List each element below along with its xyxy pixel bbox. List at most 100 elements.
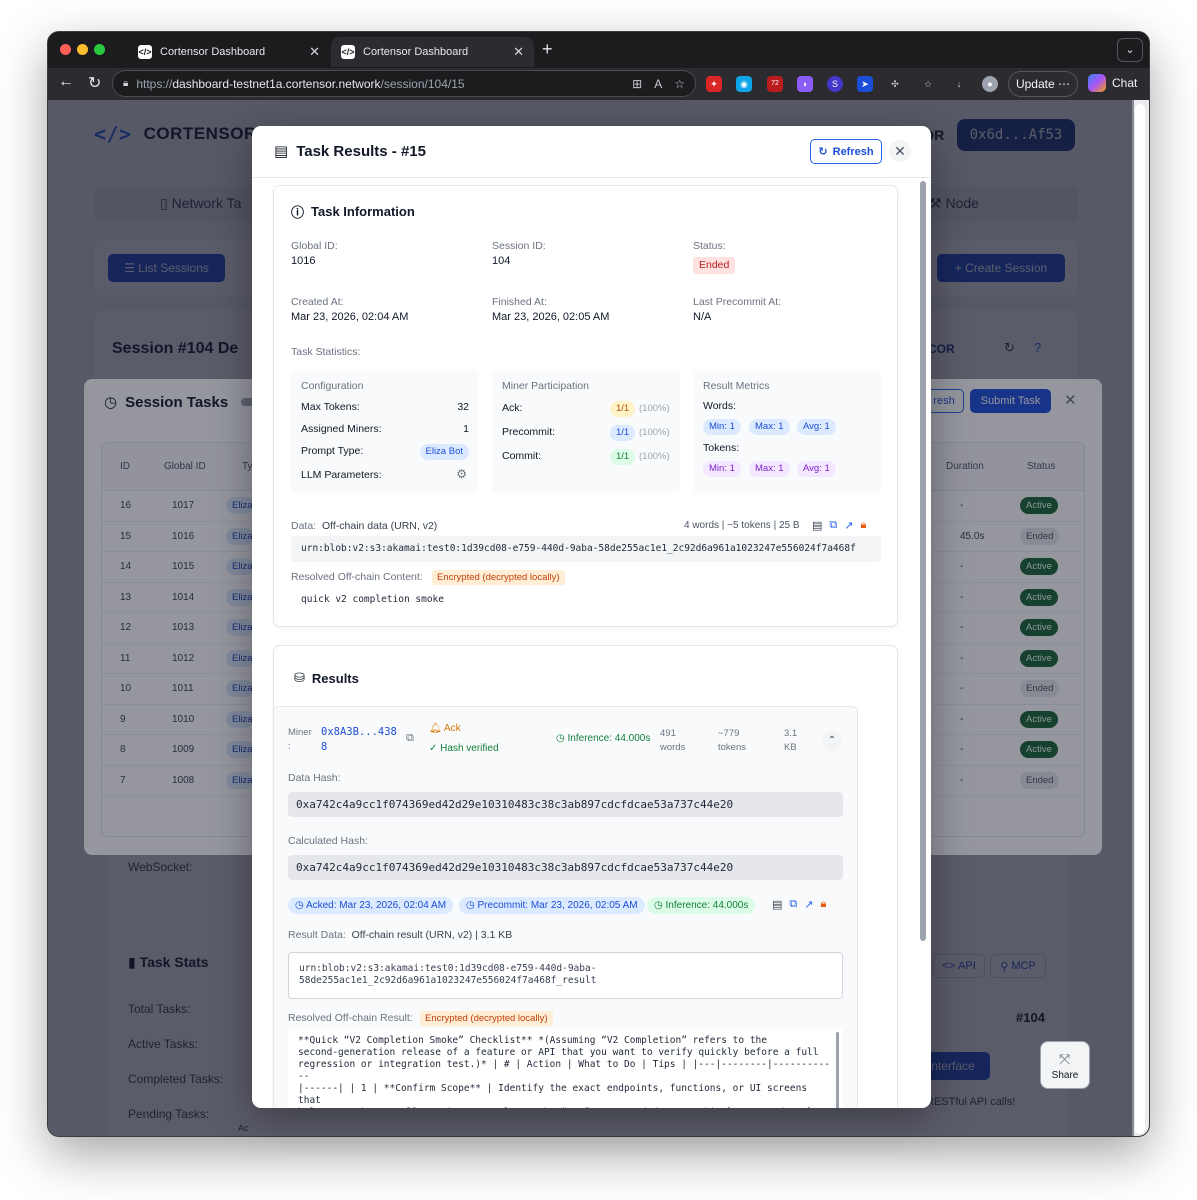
calculated-hash-value: 0xa742c4a9cc1f074369ed42d29e10310483c38c… — [288, 855, 843, 880]
chat-button[interactable]: Chat — [1088, 74, 1137, 92]
refresh-icon: ↻ — [818, 146, 828, 158]
copy-icon[interactable]: ⧉ — [406, 732, 414, 745]
resolved-result-label: Resolved Off-chain Result: — [288, 1012, 413, 1024]
task-information-label: Task Information — [311, 204, 415, 219]
tokens-max-badge: Max: 1 — [749, 461, 790, 477]
document-icon: ▤ — [274, 143, 289, 160]
chat-label: Chat — [1112, 76, 1138, 90]
chevron-up-icon[interactable]: ⌃ — [822, 731, 842, 751]
created-at-value: Mar 23, 2026, 02:04 AM — [291, 311, 409, 323]
new-tab-icon[interactable]: + — [542, 39, 553, 60]
copy-icon[interactable]: ⧉ — [789, 898, 797, 911]
modal-scrollbar-thumb[interactable] — [920, 181, 926, 941]
browser-tab-1[interactable]: </> Cortensor Dashboard ✕ — [128, 37, 330, 67]
maximize-window-button[interactable] — [94, 44, 105, 55]
chevron-down-icon[interactable]: ⌄ — [1117, 38, 1143, 62]
commit-percent: (100%) — [639, 451, 670, 462]
close-tab-icon[interactable]: ✕ — [513, 44, 524, 60]
reload-icon[interactable]: ↻ — [88, 73, 101, 93]
extension-icon[interactable]: ◗ — [797, 76, 813, 92]
extension-icon[interactable]: ➤ — [857, 76, 873, 92]
size-value: 3.1 — [784, 728, 798, 739]
url-prefix: https:// — [136, 76, 173, 91]
copy-icon[interactable]: ⧉ — [829, 519, 837, 532]
document-icon[interactable]: ▤ — [812, 519, 822, 532]
back-icon[interactable]: ← — [58, 73, 74, 91]
resolved-content: quick v2 completion smoke — [301, 594, 444, 605]
document-icon[interactable]: ▤ — [772, 898, 782, 911]
words-stat: 491 words — [660, 727, 685, 755]
miner-address-line-1[interactable]: 0x8A3B...438 — [321, 726, 397, 738]
external-link-icon[interactable]: ↗ — [844, 519, 853, 532]
extension-icon[interactable]: S — [827, 76, 843, 92]
tokens-avg-badge: Avg: 1 — [797, 461, 836, 477]
last-precommit-label: Last Precommit At: — [693, 296, 782, 308]
url-host: dashboard-testnet1a.cortensor.network — [172, 76, 381, 91]
modal-scrollbar[interactable] — [919, 181, 927, 1106]
result-data-label: Result Data: Off-chain result (URN, v2) … — [288, 929, 512, 941]
update-label: Update — [1015, 77, 1055, 91]
extension-badge-icon[interactable]: 72 — [767, 76, 783, 92]
status-badge: Ended — [693, 257, 736, 274]
inference-time: Inference: 44.000s — [665, 900, 749, 911]
external-link-icon[interactable]: ↗ — [804, 898, 813, 911]
lock-icon: 🔒︎ — [123, 78, 129, 89]
update-button[interactable]: Update ⋯ — [1008, 71, 1078, 97]
lock-icon[interactable]: 🔒︎ — [820, 898, 826, 911]
last-precommit-value: N/A — [693, 311, 712, 323]
scrollbar-thumb[interactable] — [1135, 104, 1145, 1134]
puzzle-icon[interactable]: ✣ — [887, 76, 903, 92]
browser-tab-title: Cortensor Dashboard — [160, 46, 266, 58]
ack-status: 🔔︎ Ack — [429, 723, 461, 734]
tokens-min-badge: Min: 1 — [703, 461, 741, 477]
global-id-label: Global ID: — [291, 240, 338, 252]
resolved-content-label: Resolved Off-chain Content: — [291, 571, 423, 583]
minimize-window-button[interactable] — [77, 44, 88, 55]
page-scrollbar[interactable] — [1132, 100, 1149, 1136]
miner-address-line-2[interactable]: 8 — [321, 741, 327, 753]
tokens-count: ~779 — [718, 728, 740, 739]
avatar[interactable]: ● — [982, 76, 998, 92]
browser-tab-bar: </> Cortensor Dashboard ✕ </> Cortensor … — [48, 32, 1149, 68]
address-bar[interactable]: 🔒︎ https://dashboard-testnet1a.cortensor… — [112, 70, 696, 97]
refresh-button[interactable]: ↻ Refresh — [810, 139, 882, 164]
download-icon[interactable]: ↓ — [951, 76, 967, 92]
tokens-unit: tokens — [718, 742, 746, 753]
session-id-label: Session ID: — [492, 240, 546, 252]
result-actions: ▤ ⧉ ↗ 🔒︎ — [772, 898, 826, 911]
result-metrics-title: Result Metrics — [703, 380, 770, 392]
result-data-value: Off-chain result (URN, v2) | 3.1 KB — [351, 929, 513, 941]
modal-body: ⓘ Task Information Global ID: 1016 Sessi… — [252, 178, 918, 1108]
ack-label: Ack: — [502, 402, 523, 414]
star-icon[interactable]: ☆ — [674, 77, 685, 91]
result-urn-line-2: 58de255ac1e1_2c92d6a961a1023247e556024f7… — [299, 975, 597, 986]
precommit-time: Precommit: Mar 23, 2026, 02:05 AM — [477, 900, 638, 911]
grid-icon[interactable]: ⊞ — [632, 77, 642, 91]
share-button[interactable]: ⤧ Share — [1040, 1041, 1090, 1089]
close-tab-icon[interactable]: ✕ — [309, 44, 320, 60]
extension-icon[interactable]: ◉ — [736, 76, 752, 92]
size-stat: 3.1 KB — [784, 727, 797, 755]
task-information-title: ⓘ Task Information — [291, 202, 415, 221]
resolved-result-text: **Quick “V2 Completion Smoke” Checklist*… — [288, 1029, 843, 1108]
prompt-type-label: Prompt Type: — [301, 445, 364, 457]
favorites-icon[interactable]: ☆ — [920, 76, 936, 92]
size-unit: KB — [784, 742, 797, 753]
browser-toolbar: ← ↻ 🔒︎ https://dashboard-testnet1a.corte… — [48, 68, 1149, 100]
lock-icon[interactable]: 🔒︎ — [860, 519, 866, 532]
result-scrollbar[interactable] — [836, 1032, 839, 1108]
words-min-badge: Min: 1 — [703, 419, 741, 435]
read-aloud-icon[interactable]: A — [654, 77, 662, 91]
inference-label: Inference: 44.000s — [567, 733, 651, 744]
commit-label: Commit: — [502, 450, 542, 462]
close-window-button[interactable] — [60, 44, 71, 55]
modal-header: ▤ Task Results - #15 ↻ Refresh ✕ — [252, 126, 931, 178]
results-title: ⛁ Results — [294, 670, 359, 686]
gear-icon[interactable]: ⚙ — [456, 467, 467, 481]
result-data-label-text: Result Data: — [288, 929, 346, 941]
browser-tab-2[interactable]: </> Cortensor Dashboard ✕ — [331, 37, 534, 67]
words-avg-badge: Avg: 1 — [797, 419, 836, 435]
extension-icon[interactable]: ✦ — [706, 76, 722, 92]
close-modal-button[interactable]: ✕ — [889, 140, 911, 162]
result-metrics-box: Result Metrics Words: Min: 1 Max: 1 Avg:… — [693, 369, 881, 493]
